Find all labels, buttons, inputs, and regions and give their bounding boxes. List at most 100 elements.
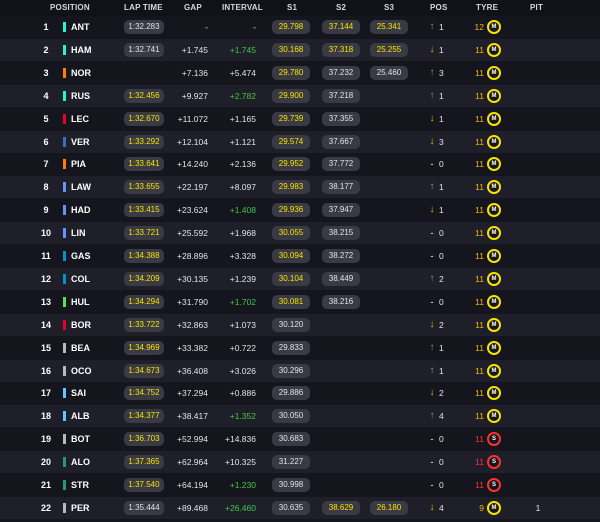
header-lap-time[interactable]: LAP TIME: [124, 3, 163, 12]
team-color-bar: [63, 44, 66, 55]
tyre-laps: 11: [475, 365, 484, 376]
table-row[interactable]: 11 GAS 1:34.388 +28.896 +3.328 30.094 38…: [0, 245, 600, 267]
position-number: 16: [40, 365, 51, 376]
gap-value: +30.135: [177, 273, 208, 284]
position-change-count: 0: [439, 457, 444, 468]
header-tyre[interactable]: TYRE: [476, 3, 498, 12]
table-row[interactable]: 17 SAI 1:34.752 +37.294 +0.886 29.886 ↓ …: [0, 382, 600, 404]
lap-time: 1:33.721: [124, 226, 164, 241]
position-change-icon: ↑: [429, 341, 435, 353]
table-row[interactable]: 13 HUL 1:34.294 +31.790 +1.702 30.081 38…: [0, 291, 600, 313]
table-row[interactable]: 1 ANT 1:32.283 - - 29.798 37.144 25.341 …: [0, 16, 600, 38]
position-change-icon: ↑: [429, 21, 435, 32]
header-s2[interactable]: S2: [336, 3, 346, 12]
sector-2-time: 37.947: [322, 203, 360, 218]
table-row[interactable]: 20 ALO 1:37.365 +62.964 +10.325 31.227 -…: [0, 451, 600, 474]
table-row[interactable]: 14 BOR 1:33.722 +32.863 +1.073 30.120 ↓ …: [0, 313, 600, 336]
position-change-icon: -: [430, 480, 434, 490]
sector-1-time: 30.296: [272, 363, 310, 378]
sector-1-time: 30.055: [272, 226, 310, 241]
table-row[interactable]: 2 HAM 1:32.741 +1.745 +1.745 30.168 37.3…: [0, 38, 600, 61]
sector-1-time: 30.081: [272, 294, 310, 309]
driver-code: HAM: [71, 44, 92, 55]
position-change-count: 1: [439, 182, 444, 193]
tyre-laps: 11: [475, 228, 484, 239]
table-row[interactable]: 18 ALB 1:34.377 +38.417 +1.352 30.050 ↑ …: [0, 405, 600, 428]
tyre-compound-icon: M: [487, 42, 501, 57]
driver-code: ALO: [71, 457, 90, 468]
header-s3[interactable]: S3: [384, 3, 394, 12]
gap-value: +1.745: [181, 44, 208, 55]
gap-value: +37.294: [177, 388, 208, 399]
sector-1-time: 29.983: [272, 180, 310, 195]
header-s1[interactable]: S1: [287, 3, 297, 12]
table-row[interactable]: 4 RUS 1:32.456 +9.927 +2.782 29.900 37.2…: [0, 84, 600, 107]
header-interval[interactable]: INTERVAL: [222, 3, 263, 12]
sector-1-time: 29.780: [272, 65, 310, 80]
pit-count: [532, 131, 544, 153]
driver-code: NOR: [71, 67, 91, 78]
position-change-icon: ↓: [429, 43, 435, 55]
position-change-count: 2: [439, 273, 444, 284]
position-number: 22: [40, 502, 51, 513]
table-row[interactable]: 6 VER 1:33.292 +12.104 +1.121 29.574 37.…: [0, 130, 600, 153]
gap-value: +38.417: [177, 411, 208, 422]
driver-code: BOR: [71, 319, 91, 330]
team-color-bar: [63, 411, 66, 422]
sector-2-time: 38.177: [322, 180, 360, 195]
table-row[interactable]: 12 COL 1:34.209 +30.135 +1.239 30.104 38…: [0, 267, 600, 290]
position-change-count: 0: [439, 228, 444, 239]
lap-time: 1:33.415: [124, 203, 164, 218]
driver-code: OCO: [71, 365, 92, 376]
team-color-bar: [63, 388, 66, 399]
gap-value: +7.136: [181, 67, 208, 78]
lap-time: 1:34.388: [124, 249, 164, 263]
team-color-bar: [63, 342, 66, 353]
lap-time: 1:35.444: [124, 500, 164, 515]
driver-code: HAD: [71, 205, 91, 216]
header-gap[interactable]: GAP: [184, 3, 202, 12]
table-row[interactable]: 21 STR 1:37.540 +64.194 +1.230 30.998 - …: [0, 474, 600, 496]
table-row[interactable]: 15 BEA 1:34.969 +33.382 +0.722 29.833 ↑ …: [0, 337, 600, 359]
position-change-icon: ↓: [429, 112, 435, 124]
interval-value: +1.165: [229, 113, 256, 124]
table-row[interactable]: 7 PIA 1:33.641 +14.240 +2.136 29.952 37.…: [0, 153, 600, 175]
interval-value: +1.352: [229, 411, 256, 422]
position-change-count: 3: [439, 67, 444, 78]
gap-value: +11.072: [177, 113, 208, 124]
header-pos[interactable]: POS: [430, 3, 448, 12]
tyre-laps: 11: [475, 480, 484, 490]
sector-1-time: 30.998: [272, 478, 310, 492]
table-row[interactable]: 16 OCO 1:34.673 +36.408 +3.026 30.296 ↑ …: [0, 359, 600, 382]
tyre-compound-icon: M: [487, 340, 501, 355]
position-change-count: 2: [439, 319, 444, 330]
table-row[interactable]: 9 HAD 1:33.415 +23.624 +1.408 29.936 37.…: [0, 199, 600, 221]
sector-2-time: 38.272: [322, 249, 360, 263]
tyre-compound-icon: M: [487, 249, 501, 263]
team-color-bar: [63, 457, 66, 468]
table-row[interactable]: 22 PER 1:35.444 +89.468 +26.460 30.635 3…: [0, 496, 600, 519]
pit-count: [532, 176, 544, 198]
tyre-compound-icon: S: [487, 432, 501, 447]
sector-1-time: 31.227: [272, 455, 310, 470]
table-row[interactable]: 3 NOR +7.136 +5.474 29.780 37.232 25.460…: [0, 62, 600, 84]
tyre-compound-icon: M: [487, 317, 501, 332]
position-number: 1: [43, 22, 49, 32]
position-number: 4: [43, 90, 49, 101]
position-change-count: 1: [439, 365, 444, 376]
table-row[interactable]: 8 LAW 1:33.655 +22.197 +8.097 29.983 38.…: [0, 176, 600, 199]
table-row[interactable]: 10 LIN 1:33.721 +25.592 +1.968 30.055 38…: [0, 222, 600, 245]
header-position[interactable]: POSITION: [50, 3, 90, 12]
tyre-compound-icon: M: [487, 363, 501, 378]
tyre-compound-icon: M: [487, 500, 501, 515]
interval-value: +0.886: [229, 388, 256, 399]
sector-2-time: 38.216: [322, 294, 360, 309]
gap-value: +33.382: [177, 342, 208, 353]
team-color-bar: [63, 434, 66, 445]
position-change-icon: ↑: [429, 272, 435, 284]
interval-value: +3.026: [229, 365, 256, 376]
header-pit[interactable]: PIT: [530, 3, 543, 12]
table-row[interactable]: 19 BOT 1:36.703 +52.994 +14.836 30.683 -…: [0, 428, 600, 450]
table-row[interactable]: 5 LEC 1:32.670 +11.072 +1.165 29.739 37.…: [0, 108, 600, 130]
team-color-bar: [63, 296, 66, 307]
